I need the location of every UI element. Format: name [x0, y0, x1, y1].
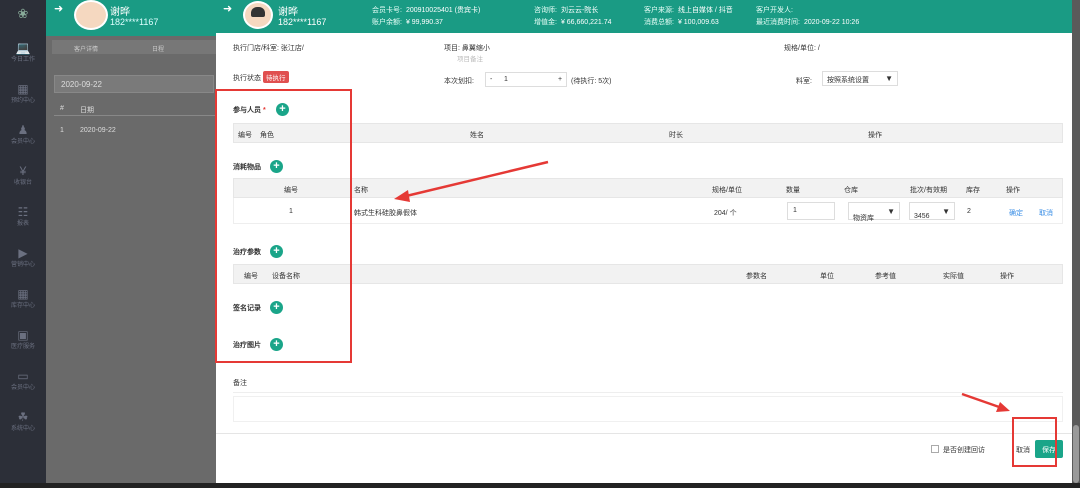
scrollbar-thumb[interactable] — [1073, 425, 1079, 483]
annotation-arrow-line — [961, 392, 1003, 410]
annotation-arrowhead — [394, 190, 410, 202]
annotation-arrowhead — [996, 402, 1010, 412]
bottom-strip — [0, 483, 1080, 488]
annotation-arrows — [394, 160, 1010, 412]
scrollbar-track — [1072, 0, 1080, 488]
annotation-arrow-line — [401, 160, 549, 199]
